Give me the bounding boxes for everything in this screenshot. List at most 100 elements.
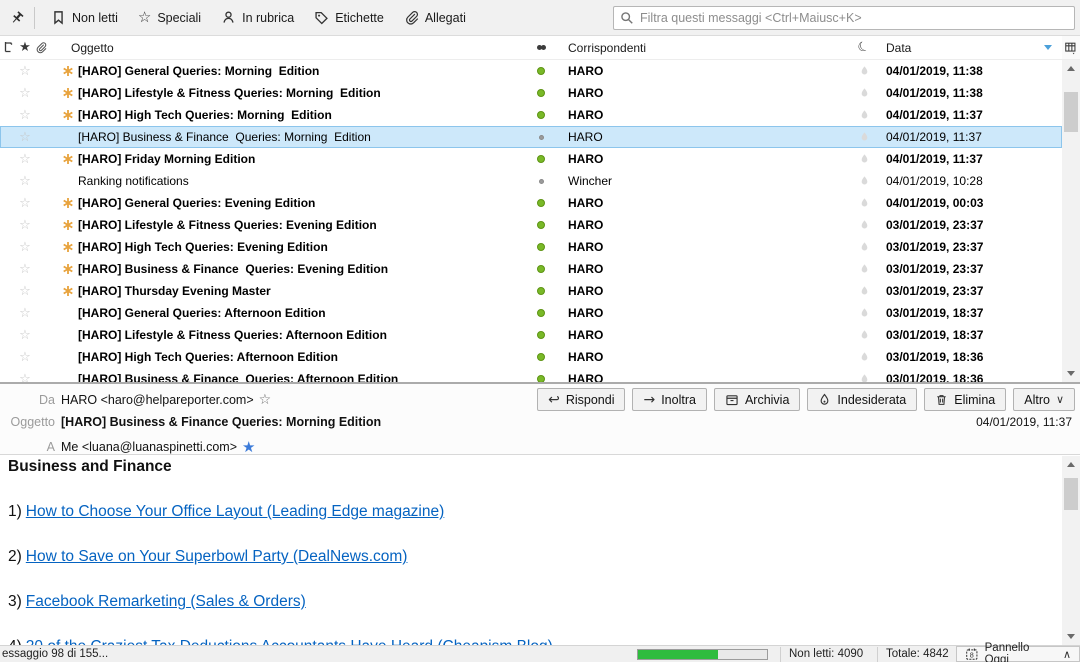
message-row[interactable]: ☆ [HARO] Lifestyle & Fitness Queries: Mo… bbox=[0, 82, 1062, 104]
read-toggle[interactable] bbox=[528, 243, 554, 251]
read-toggle[interactable] bbox=[528, 135, 554, 140]
read-toggle[interactable] bbox=[528, 331, 554, 339]
column-correspondents[interactable]: Corrispondenti bbox=[554, 41, 850, 55]
star-toggle-icon[interactable]: ☆ bbox=[16, 108, 34, 123]
read-toggle[interactable] bbox=[528, 309, 554, 317]
message-list-scrollbar[interactable] bbox=[1062, 60, 1080, 382]
column-date[interactable]: Data bbox=[878, 41, 1062, 55]
scroll-down-arrow[interactable] bbox=[1062, 366, 1080, 381]
message-row[interactable]: ☆ [HARO] Lifestyle & Fitness Queries: Af… bbox=[0, 324, 1062, 346]
junk-toggle[interactable] bbox=[850, 373, 878, 382]
star-toggle-icon[interactable]: ☆ bbox=[16, 152, 34, 167]
column-starred[interactable]: ★ bbox=[16, 40, 34, 55]
filter-starred-button[interactable]: ☆ Speciali bbox=[128, 6, 211, 29]
search-input[interactable] bbox=[640, 11, 1068, 25]
reply-arrow-icon: ↩ bbox=[548, 393, 560, 407]
junk-button[interactable]: Indesiderata bbox=[807, 388, 917, 411]
junk-toggle[interactable] bbox=[850, 241, 878, 253]
scrollbar-thumb[interactable] bbox=[1064, 92, 1078, 132]
more-button[interactable]: Altro ∨ bbox=[1013, 388, 1075, 411]
read-toggle[interactable] bbox=[528, 111, 554, 119]
filter-unread-button[interactable]: Non letti bbox=[41, 6, 128, 29]
search-box[interactable] bbox=[613, 6, 1075, 30]
junk-toggle[interactable] bbox=[850, 285, 878, 297]
message-row[interactable]: ☆ [HARO] High Tech Queries: Evening Edit… bbox=[0, 236, 1062, 258]
junk-toggle[interactable] bbox=[850, 197, 878, 209]
junk-toggle[interactable] bbox=[850, 153, 878, 165]
message-row[interactable]: ☆ [HARO] High Tech Queries: Afternoon Ed… bbox=[0, 346, 1062, 368]
star-toggle-icon[interactable]: ☆ bbox=[16, 284, 34, 299]
junk-toggle[interactable] bbox=[850, 219, 878, 231]
scroll-up-arrow[interactable] bbox=[1062, 61, 1080, 76]
message-row[interactable]: ☆ [HARO] Business & Finance Queries: Aft… bbox=[0, 368, 1062, 382]
star-toggle-icon[interactable]: ☆ bbox=[16, 64, 34, 79]
column-picker-button[interactable] bbox=[1062, 36, 1080, 60]
body-link[interactable]: How to Choose Your Office Layout (Leadin… bbox=[26, 503, 445, 520]
star-sender-icon[interactable]: ☆ bbox=[259, 392, 272, 408]
column-junk[interactable]: ☾ bbox=[850, 40, 878, 55]
star-toggle-icon[interactable]: ☆ bbox=[16, 218, 34, 233]
star-toggle-icon[interactable]: ☆ bbox=[16, 372, 34, 383]
contact-star-icon[interactable]: ★ bbox=[242, 438, 255, 456]
junk-toggle[interactable] bbox=[850, 175, 878, 187]
read-toggle[interactable] bbox=[528, 199, 554, 207]
star-toggle-icon[interactable]: ☆ bbox=[16, 306, 34, 321]
filter-tags-button[interactable]: Etichette bbox=[304, 6, 394, 29]
star-toggle-icon[interactable]: ☆ bbox=[16, 328, 34, 343]
message-row[interactable]: ☆ [HARO] Lifestyle & Fitness Queries: Ev… bbox=[0, 214, 1062, 236]
scrollbar-thumb[interactable] bbox=[1064, 478, 1078, 510]
star-toggle-icon[interactable]: ☆ bbox=[16, 196, 34, 211]
star-toggle-icon[interactable]: ☆ bbox=[16, 86, 34, 101]
body-link[interactable]: How to Save on Your Superbowl Party (Dea… bbox=[26, 548, 408, 565]
unread-dot-icon bbox=[537, 199, 545, 207]
message-row[interactable]: ☆ [HARO] Business & Finance Queries: Eve… bbox=[0, 258, 1062, 280]
read-toggle[interactable] bbox=[528, 89, 554, 97]
reply-button[interactable]: ↩ Rispondi bbox=[537, 388, 625, 411]
read-toggle[interactable] bbox=[528, 155, 554, 163]
message-row[interactable]: ☆ [HARO] High Tech Queries: Morning Edit… bbox=[0, 104, 1062, 126]
body-link[interactable]: Facebook Remarketing (Sales & Orders) bbox=[26, 593, 306, 610]
junk-toggle[interactable] bbox=[850, 263, 878, 275]
scroll-down-arrow[interactable] bbox=[1062, 629, 1080, 644]
message-row[interactable]: ☆ [HARO] Friday Morning Edition HARO 04/… bbox=[0, 148, 1062, 170]
read-toggle[interactable] bbox=[528, 179, 554, 184]
junk-toggle[interactable] bbox=[850, 131, 878, 143]
delete-button[interactable]: Elimina bbox=[924, 388, 1006, 411]
read-toggle[interactable] bbox=[528, 221, 554, 229]
message-row[interactable]: ☆ [HARO] Business & Finance Queries: Mor… bbox=[0, 126, 1062, 148]
filter-attachments-button[interactable]: Allegati bbox=[394, 6, 476, 29]
forward-button[interactable]: → Inoltra bbox=[632, 388, 706, 411]
read-toggle[interactable] bbox=[528, 375, 554, 382]
column-attachments[interactable] bbox=[34, 41, 48, 54]
message-body-scrollbar[interactable] bbox=[1062, 456, 1080, 645]
today-pane-toggle[interactable]: 8 Pannello Oggi ∧ bbox=[956, 646, 1080, 662]
archive-button[interactable]: Archivia bbox=[714, 388, 800, 411]
message-row[interactable]: ☆ Ranking notifications Wincher 04/01/20… bbox=[0, 170, 1062, 192]
read-toggle[interactable] bbox=[528, 67, 554, 75]
column-read[interactable] bbox=[528, 45, 554, 50]
star-toggle-icon[interactable]: ☆ bbox=[16, 350, 34, 365]
column-thread[interactable] bbox=[0, 41, 16, 54]
junk-toggle[interactable] bbox=[850, 329, 878, 341]
junk-toggle[interactable] bbox=[850, 351, 878, 363]
message-row[interactable]: ☆ [HARO] General Queries: Morning Editio… bbox=[0, 60, 1062, 82]
column-subject[interactable]: Oggetto bbox=[48, 41, 528, 55]
star-toggle-icon[interactable]: ☆ bbox=[16, 262, 34, 277]
junk-toggle[interactable] bbox=[850, 307, 878, 319]
message-row[interactable]: ☆ [HARO] General Queries: Afternoon Edit… bbox=[0, 302, 1062, 324]
star-toggle-icon[interactable]: ☆ bbox=[16, 174, 34, 189]
body-link[interactable]: 20 of the Craziest Tax Deductions Accoun… bbox=[26, 638, 553, 645]
scroll-up-arrow[interactable] bbox=[1062, 457, 1080, 472]
star-toggle-icon[interactable]: ☆ bbox=[16, 240, 34, 255]
read-toggle[interactable] bbox=[528, 287, 554, 295]
star-toggle-icon[interactable]: ☆ bbox=[16, 130, 34, 145]
message-row[interactable]: ☆ [HARO] Thursday Evening Master HARO 03… bbox=[0, 280, 1062, 302]
message-row[interactable]: ☆ [HARO] General Queries: Evening Editio… bbox=[0, 192, 1062, 214]
junk-toggle[interactable] bbox=[850, 87, 878, 99]
junk-toggle[interactable] bbox=[850, 65, 878, 77]
pin-quick-filter-button[interactable] bbox=[2, 5, 32, 31]
read-toggle[interactable] bbox=[528, 265, 554, 273]
filter-contacts-button[interactable]: In rubrica bbox=[211, 6, 304, 29]
read-toggle[interactable] bbox=[528, 353, 554, 361]
junk-toggle[interactable] bbox=[850, 109, 878, 121]
